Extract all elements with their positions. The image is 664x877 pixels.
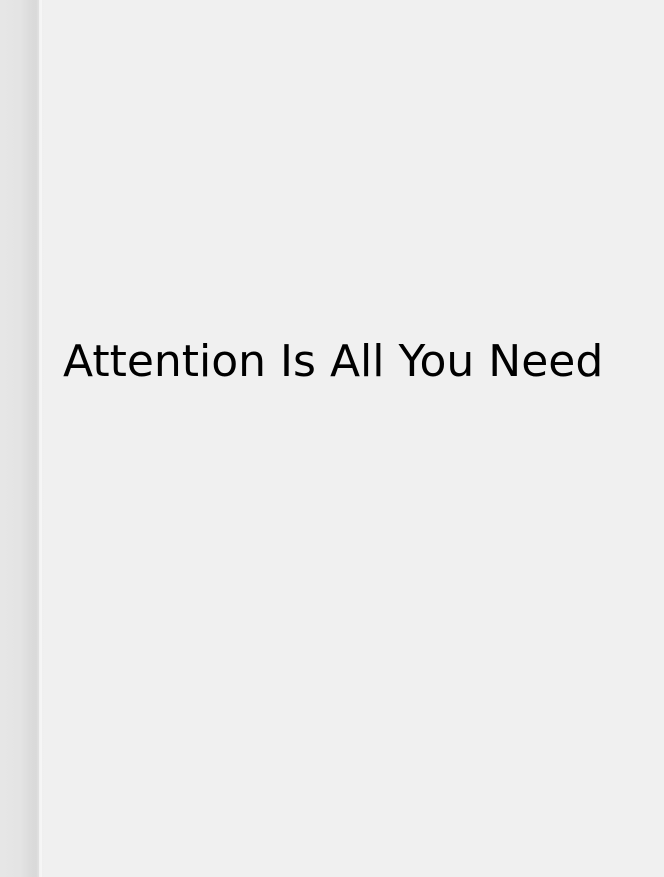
book-cover: Attention Is All You Need bbox=[0, 0, 664, 877]
book-title: Attention Is All You Need bbox=[63, 336, 604, 387]
spine-highlight bbox=[39, 0, 42, 877]
